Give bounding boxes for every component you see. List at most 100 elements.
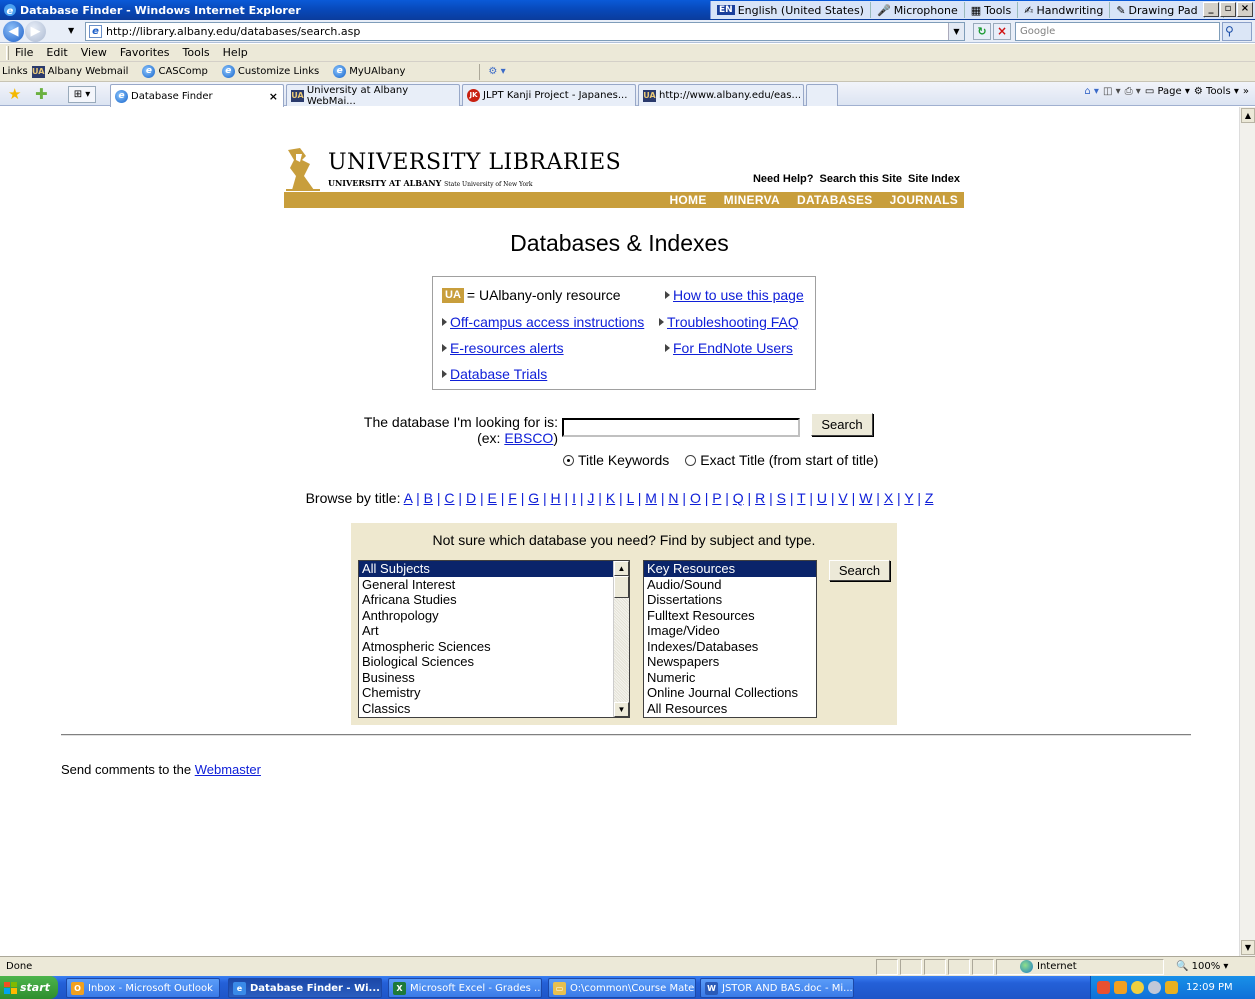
recent-pages-dropdown[interactable]: ▼ <box>68 26 74 35</box>
menu-tools[interactable]: Tools <box>183 46 210 59</box>
letter-link-m[interactable]: M <box>645 490 657 506</box>
taskbar-excel[interactable]: X Microsoft Excel - Grades ... <box>388 978 542 998</box>
nav-journals[interactable]: JOURNALS <box>890 193 958 207</box>
db-search-input[interactable] <box>562 418 800 437</box>
exact-title-radio[interactable] <box>685 454 697 466</box>
back-button[interactable]: ◀ <box>3 21 24 42</box>
forward-button[interactable]: ▶ <box>25 21 46 42</box>
tab-webmail[interactable]: UA University at Albany WebMai... <box>286 84 460 107</box>
tab-jlpt-kanji[interactable]: JK JLPT Kanji Project - Japanes... <box>462 84 636 106</box>
menu-edit[interactable]: Edit <box>46 46 67 59</box>
finder-search-button[interactable]: Search <box>829 560 890 581</box>
ebsco-example-link[interactable]: EBSCO <box>504 430 553 446</box>
db-search-button[interactable]: Search <box>811 413 873 436</box>
type-option[interactable]: Numeric <box>644 670 816 686</box>
need-help-link[interactable]: Need Help? <box>753 173 814 185</box>
page-scrollbar[interactable]: ▲ ▼ <box>1239 107 1255 956</box>
type-option[interactable]: Image/Video <box>644 623 816 639</box>
language-selector[interactable]: EN English (United States) <box>711 2 871 18</box>
type-option[interactable]: Key Resources <box>644 561 816 577</box>
type-option[interactable]: Indexes/Databases <box>644 639 816 655</box>
letter-link-s[interactable]: S <box>777 490 786 506</box>
letter-link-g[interactable]: G <box>528 490 539 506</box>
subject-option[interactable]: Art <box>359 623 629 639</box>
langbar-tools-button[interactable]: ▦ Tools <box>965 2 1019 18</box>
menu-file[interactable]: File <box>15 46 33 59</box>
type-option[interactable]: Newspapers <box>644 654 816 670</box>
search-site-link[interactable]: Search this Site <box>819 173 902 185</box>
library-title[interactable]: UNIVERSITY LIBRARIES <box>328 150 621 175</box>
webmaster-link[interactable]: Webmaster <box>195 762 261 777</box>
minimize-button[interactable]: _ <box>1203 2 1219 17</box>
letter-link-z[interactable]: Z <box>925 490 934 506</box>
letter-link-d[interactable]: D <box>466 490 476 506</box>
letter-link-a[interactable]: A <box>404 490 413 506</box>
link-cascomp[interactable]: e CASComp <box>142 65 208 78</box>
nav-home[interactable]: HOME <box>669 193 706 207</box>
nav-minerva[interactable]: MINERVA <box>724 193 780 207</box>
subject-option[interactable]: Anthropology <box>359 608 629 624</box>
subject-option[interactable]: Biological Sciences <box>359 654 629 670</box>
title-keywords-radio[interactable] <box>563 454 574 466</box>
microphone-button[interactable]: 🎤 Microphone <box>871 2 965 18</box>
letter-link-o[interactable]: O <box>690 490 701 506</box>
type-listbox[interactable]: Key Resources Audio/Sound Dissertations Ful… <box>643 560 817 718</box>
tray-volume-icon[interactable] <box>1148 981 1161 994</box>
endnote-link[interactable]: For EndNote Users <box>673 340 793 356</box>
menu-view[interactable]: View <box>81 46 107 59</box>
subject-option[interactable]: Atmospheric Sciences <box>359 639 629 655</box>
letter-link-l[interactable]: L <box>627 490 634 506</box>
tab-close-icon[interactable]: × <box>269 90 278 103</box>
letter-link-k[interactable]: K <box>606 490 615 506</box>
new-tab-button[interactable] <box>806 84 838 106</box>
subject-option[interactable]: Chemistry <box>359 685 629 701</box>
tab-database-finder[interactable]: e Database Finder × <box>110 84 284 107</box>
subject-option[interactable]: Classics <box>359 701 629 717</box>
type-option[interactable]: Audio/Sound <box>644 577 816 593</box>
addon-dropdown-icon[interactable]: ⚙ ▾ <box>488 66 505 77</box>
subject-option[interactable]: Business <box>359 670 629 686</box>
letter-link-p[interactable]: P <box>712 490 721 506</box>
letter-link-f[interactable]: F <box>508 490 517 506</box>
link-myualbany[interactable]: e MyUAlbany <box>333 65 405 78</box>
taskbar-folder[interactable]: ▭ O:\common\Course Mate... <box>548 978 696 998</box>
type-option[interactable]: Dissertations <box>644 592 816 608</box>
letter-link-u[interactable]: U <box>817 490 827 506</box>
tab-albany-eas[interactable]: UA http://www.albany.edu/eas... <box>638 84 804 106</box>
security-zone[interactable]: Internet <box>1020 960 1077 973</box>
list-scroll-up-button[interactable]: ▲ <box>614 561 629 576</box>
tray-shield-icon[interactable] <box>1131 981 1144 994</box>
favorites-star-icon[interactable]: ★ <box>8 85 21 103</box>
stop-button[interactable]: × <box>993 23 1011 40</box>
chevron-more-icon[interactable]: » <box>1243 86 1249 97</box>
subject-option[interactable]: All Subjects <box>359 561 629 577</box>
letter-link-v[interactable]: V <box>838 490 847 506</box>
refresh-button[interactable]: ↻ <box>973 23 991 40</box>
taskbar-clock[interactable]: 12:09 PM <box>1186 982 1233 993</box>
maximize-button[interactable]: ▫ <box>1220 2 1236 17</box>
type-option[interactable]: All Resources <box>644 701 816 717</box>
taskbar-word[interactable]: W JSTOR AND BAS.doc - Mi... <box>700 978 854 998</box>
subject-listbox[interactable]: All Subjects General Interest Africana Stu… <box>358 560 630 718</box>
add-favorites-icon[interactable]: ✚ <box>35 85 48 103</box>
close-button[interactable]: × <box>1237 2 1253 17</box>
feeds-icon[interactable]: ◫ ▾ <box>1103 86 1121 97</box>
tray-network-icon[interactable] <box>1165 981 1178 994</box>
letter-link-n[interactable]: N <box>668 490 678 506</box>
letter-link-x[interactable]: X <box>884 490 893 506</box>
off-campus-link[interactable]: Off-campus access instructions <box>450 314 644 330</box>
zoom-level[interactable]: 🔍 100% ▾ <box>1176 961 1228 972</box>
alerts-link[interactable]: E-resources alerts <box>450 340 564 356</box>
handwriting-button[interactable]: ✍ Handwriting <box>1018 2 1111 18</box>
drawing-pad-button[interactable]: ✎ Drawing Pad <box>1110 2 1205 18</box>
site-index-link[interactable]: Site Index <box>908 173 960 185</box>
taskbar-outlook[interactable]: O Inbox - Microsoft Outlook <box>66 978 220 998</box>
web-search-input[interactable]: Google <box>1015 22 1220 41</box>
letter-link-e[interactable]: E <box>487 490 496 506</box>
link-albany-webmail[interactable]: UA Albany Webmail <box>31 65 128 78</box>
address-dropdown[interactable]: ▼ <box>948 23 964 40</box>
tray-app-icon[interactable] <box>1097 981 1110 994</box>
print-icon[interactable]: ⎙ ▾ <box>1125 86 1141 97</box>
how-to-link[interactable]: How to use this page <box>673 287 804 303</box>
link-customize-links[interactable]: e Customize Links <box>221 65 319 78</box>
